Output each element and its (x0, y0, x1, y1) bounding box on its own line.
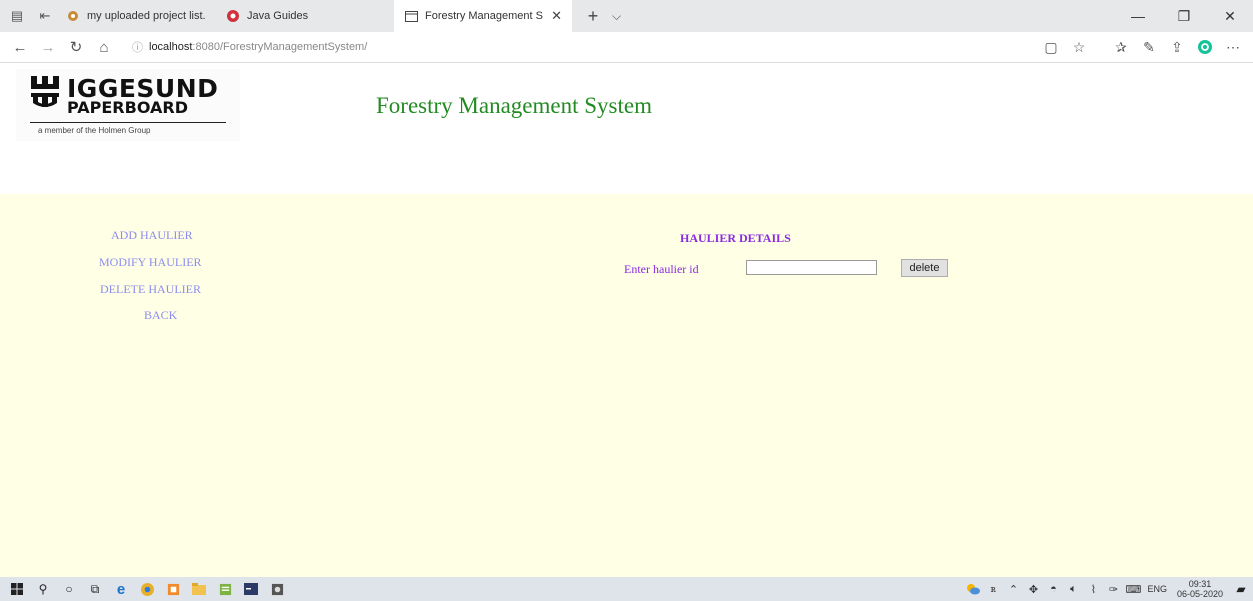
haulier-id-input[interactable] (746, 260, 877, 275)
grammarly-extension-icon[interactable] (1191, 33, 1219, 61)
new-tab-button[interactable]: + (584, 6, 602, 27)
refresh-icon[interactable]: ↻ (62, 33, 90, 61)
site-info-icon[interactable]: ⓘ (132, 39, 143, 55)
chrome-icon[interactable] (134, 577, 160, 601)
clock-time: 09:31 (1188, 579, 1212, 589)
file-explorer-icon[interactable] (186, 577, 212, 601)
close-window-icon[interactable]: ✕ (1207, 0, 1253, 32)
haulier-id-label: Enter haulier id (624, 262, 699, 276)
wifi-icon[interactable]: ⌇ (1083, 577, 1103, 601)
logo-crown-icon (31, 76, 59, 107)
web-page: IGGESUND PAPERBOARD a member of the Holm… (0, 63, 1253, 577)
word-document-icon (66, 9, 80, 23)
close-tab-icon[interactable]: ✕ (551, 8, 562, 24)
browser-toolbar: ▢ ☆ ✰ ✎ ⇪ ⋯ (1037, 32, 1247, 62)
edge-browser-icon[interactable]: e (108, 577, 134, 601)
web-note-pen-icon[interactable]: ✎ (1135, 33, 1163, 61)
windows-start-icon[interactable] (4, 577, 30, 601)
tab-title: my uploaded project list.do (87, 10, 206, 22)
language-indicator[interactable]: ENG (1147, 584, 1167, 594)
share-icon[interactable]: ⇪ (1163, 33, 1191, 61)
pen-icon[interactable]: ✑ (1103, 577, 1123, 601)
browser-address-bar: ← → ↻ ⌂ ⓘ localhost:8080/ForestryManagem… (0, 32, 1253, 63)
show-hidden-icons-chevron-icon[interactable]: ⌃ (1003, 577, 1023, 601)
url-host: localhost (149, 41, 193, 53)
favorite-star-icon[interactable]: ☆ (1065, 33, 1093, 61)
window-controls: — ❐ ✕ (1115, 0, 1253, 32)
keyboard-icon[interactable]: ⌨ (1123, 577, 1143, 601)
task-view-icon[interactable]: ⧉ (82, 577, 108, 601)
browser-tab-word-document[interactable]: my uploaded project list.do (56, 0, 216, 32)
action-center-icon[interactable]: ▰ (1229, 577, 1253, 601)
browser-tab-java-guides[interactable]: Java Guides (216, 0, 376, 32)
tab-title: Forestry Management S (425, 10, 543, 22)
browser-tab-forestry[interactable]: Forestry Management S ✕ (394, 0, 572, 32)
logo-divider (30, 122, 226, 123)
set-tabs-aside-icon[interactable]: ⇤ (34, 5, 56, 27)
url-path: :8080/ForestryManagementSystem/ (192, 41, 368, 53)
main-content: ADD HAULIER MODIFY HAULIER DELETE HAULIE… (0, 194, 1253, 577)
haulier-details-heading: HAULIER DETAILS (680, 231, 791, 245)
reading-view-icon[interactable]: ▢ (1037, 33, 1065, 61)
minimize-icon[interactable]: — (1115, 0, 1161, 32)
volume-icon[interactable]: 🔈︎ (1063, 577, 1083, 601)
forward-arrow-icon[interactable]: → (34, 33, 62, 61)
dropbox-icon[interactable]: ✥ (1023, 577, 1043, 601)
back-link[interactable]: BACK (144, 308, 177, 323)
restore-icon[interactable]: ❐ (1161, 0, 1207, 32)
delete-haulier-link[interactable]: DELETE HAULIER (100, 282, 201, 297)
tab-actions-icon[interactable]: ▤ (6, 5, 28, 27)
terminal-icon[interactable] (238, 577, 264, 601)
page-title: Forestry Management System (376, 93, 652, 118)
windows-taskbar: ⚲ ○ ⧉ e ꭱ ⌃ ✥ ◓ 🔈︎ ⌇ ✑ ⌨ ENG 09:31 06-05… (0, 577, 1253, 601)
clock-date: 06-05-2020 (1176, 589, 1223, 599)
add-haulier-link[interactable]: ADD HAULIER (111, 228, 193, 243)
java-guides-icon (226, 9, 240, 23)
page-icon (404, 9, 418, 23)
screenshot-app-icon[interactable] (264, 577, 290, 601)
back-arrow-icon[interactable]: ← (6, 33, 34, 61)
home-icon[interactable]: ⌂ (90, 33, 118, 61)
search-icon[interactable]: ⚲ (30, 577, 56, 601)
delete-button[interactable]: delete (901, 259, 948, 277)
favorites-list-icon[interactable]: ✰ (1107, 33, 1135, 61)
logo-tagline: a member of the Holmen Group (38, 126, 151, 135)
notepad-icon[interactable] (212, 577, 238, 601)
network-icon[interactable]: ◓ (1043, 577, 1063, 601)
tab-title: Java Guides (247, 10, 309, 22)
people-icon[interactable]: ꭱ (983, 577, 1003, 601)
modify-haulier-link[interactable]: MODIFY HAULIER (99, 255, 202, 270)
cortana-icon[interactable]: ○ (56, 577, 82, 601)
tab-list-chevron-icon[interactable]: ⌵ (612, 9, 621, 24)
more-options-icon[interactable]: ⋯ (1219, 33, 1247, 61)
logo-text-paperboard: PAPERBOARD (67, 98, 188, 117)
browser-tab-bar: ▤ ⇤ my uploaded project list.do Java Gui… (0, 0, 1253, 32)
url-field[interactable]: ⓘ localhost:8080/ForestryManagementSyste… (132, 35, 952, 59)
system-tray: ꭱ ⌃ ✥ ◓ 🔈︎ ⌇ ✑ ⌨ ENG 09:31 06-05-2020 ▰ (963, 577, 1253, 601)
app-icon-orange[interactable] (160, 577, 186, 601)
taskbar-clock[interactable]: 09:31 06-05-2020 (1177, 579, 1223, 599)
company-logo: IGGESUND PAPERBOARD a member of the Holm… (16, 69, 240, 141)
weather-icon[interactable] (963, 577, 983, 601)
